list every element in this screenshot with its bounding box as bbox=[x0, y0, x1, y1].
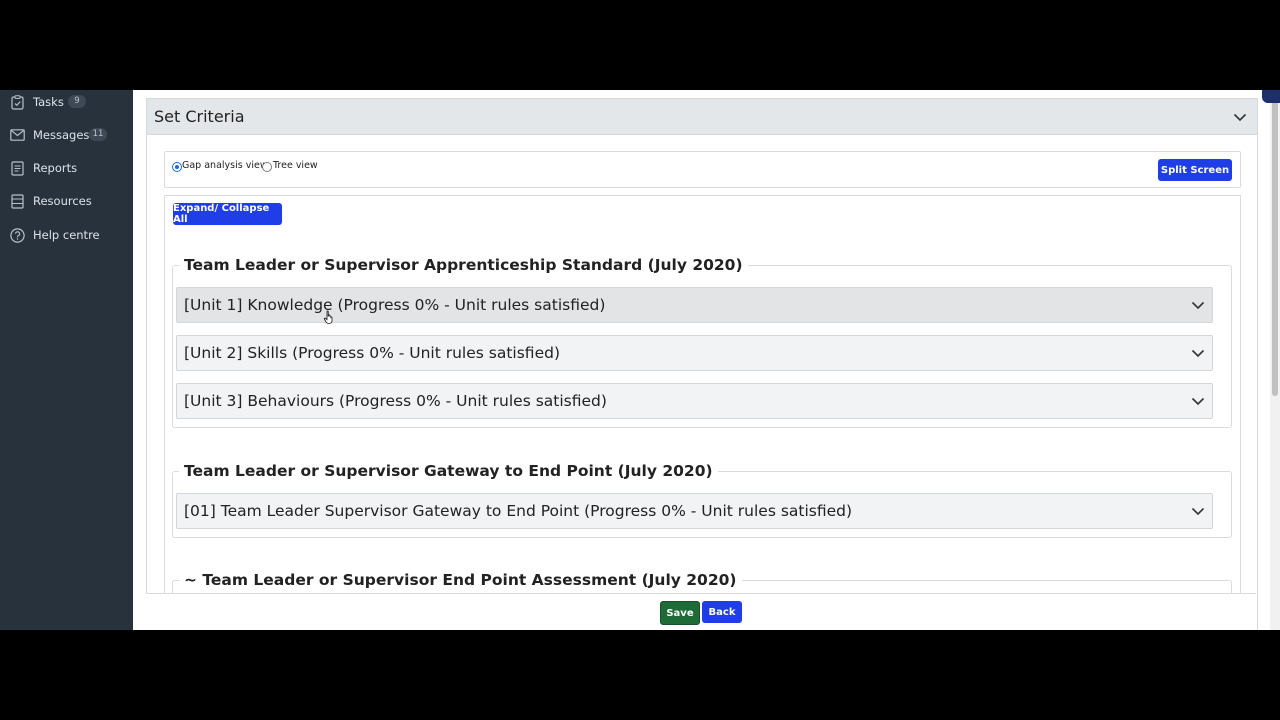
sidebar-item-label: Messages bbox=[33, 128, 90, 142]
chevron-down-icon[interactable] bbox=[1233, 110, 1247, 124]
panel-title: Set Criteria bbox=[154, 107, 245, 126]
chevron-down-icon[interactable] bbox=[1191, 504, 1205, 518]
tree-view-radio[interactable] bbox=[262, 162, 272, 172]
group-title: Team Leader or Supervisor Apprenticeship… bbox=[184, 256, 743, 274]
unit-row-skills[interactable]: [Unit 2] Skills (Progress 0% - Unit rule… bbox=[176, 335, 1213, 371]
resources-icon bbox=[9, 193, 25, 209]
view-options-box: Gap analysis view Tree view Split Screen bbox=[164, 151, 1241, 188]
unit-label: [Unit 1] Knowledge (Progress 0% - Unit r… bbox=[184, 296, 606, 314]
unit-label: [01] Team Leader Supervisor Gateway to E… bbox=[184, 502, 853, 520]
sidebar-item-messages[interactable]: Messages 11 bbox=[0, 120, 133, 150]
sidebar-item-label: Help centre bbox=[33, 228, 100, 242]
sidebar-item-label: Resources bbox=[33, 194, 92, 208]
expand-collapse-button[interactable]: Expand/ Collapse All bbox=[173, 203, 282, 225]
sidebar-item-help-centre[interactable]: Help centre bbox=[0, 220, 133, 250]
chevron-down-icon[interactable] bbox=[1191, 298, 1205, 312]
group-title: ~ Team Leader or Supervisor End Point As… bbox=[184, 571, 737, 589]
sidebar-item-reports[interactable]: Reports bbox=[0, 153, 133, 183]
sidebar-item-tasks[interactable]: Tasks 9 bbox=[0, 90, 133, 117]
action-footer: Save Back bbox=[146, 593, 1256, 630]
corner-tab[interactable] bbox=[1262, 90, 1280, 103]
sidebar-item-resources[interactable]: Resources bbox=[0, 186, 133, 216]
page-scrollbar[interactable] bbox=[1270, 90, 1280, 630]
report-icon bbox=[9, 160, 25, 176]
criteria-content: Expand/ Collapse All Team Leader or Supe… bbox=[164, 195, 1241, 630]
hand-cursor-icon bbox=[323, 310, 333, 324]
app-viewport: Tasks 9 Messages 11 Reports Resources He… bbox=[0, 90, 1280, 630]
gap-analysis-radio[interactable] bbox=[172, 162, 182, 172]
tree-view-label: Tree view bbox=[273, 160, 318, 171]
unit-row-behaviours[interactable]: [Unit 3] Behaviours (Progress 0% - Unit … bbox=[176, 383, 1213, 419]
tasks-count-badge: 9 bbox=[68, 95, 86, 108]
back-button[interactable]: Back bbox=[702, 601, 742, 623]
sidebar: Tasks 9 Messages 11 Reports Resources He… bbox=[0, 90, 133, 630]
gap-analysis-label: Gap analysis view bbox=[182, 160, 268, 171]
clipboard-icon bbox=[9, 94, 25, 110]
main-content: Set Criteria Gap analysis view Tree view… bbox=[133, 90, 1280, 630]
messages-count-badge: 11 bbox=[89, 128, 107, 141]
split-screen-button[interactable]: Split Screen bbox=[1158, 159, 1232, 181]
group-title: Team Leader or Supervisor Gateway to End… bbox=[184, 462, 713, 480]
scroll-thumb[interactable] bbox=[1272, 90, 1278, 396]
envelope-icon bbox=[9, 127, 25, 143]
set-criteria-panel: Set Criteria Gap analysis view Tree view… bbox=[146, 98, 1258, 630]
save-button[interactable]: Save bbox=[660, 601, 700, 625]
sidebar-item-label: Reports bbox=[33, 161, 78, 175]
unit-label: [Unit 3] Behaviours (Progress 0% - Unit … bbox=[184, 392, 607, 410]
chevron-down-icon[interactable] bbox=[1191, 394, 1205, 408]
unit-row-gateway[interactable]: [01] Team Leader Supervisor Gateway to E… bbox=[176, 493, 1213, 529]
help-icon bbox=[9, 227, 25, 243]
sidebar-item-label: Tasks bbox=[33, 95, 64, 109]
chevron-down-icon[interactable] bbox=[1191, 346, 1205, 360]
unit-label: [Unit 2] Skills (Progress 0% - Unit rule… bbox=[184, 344, 560, 362]
panel-header[interactable]: Set Criteria bbox=[147, 99, 1257, 135]
